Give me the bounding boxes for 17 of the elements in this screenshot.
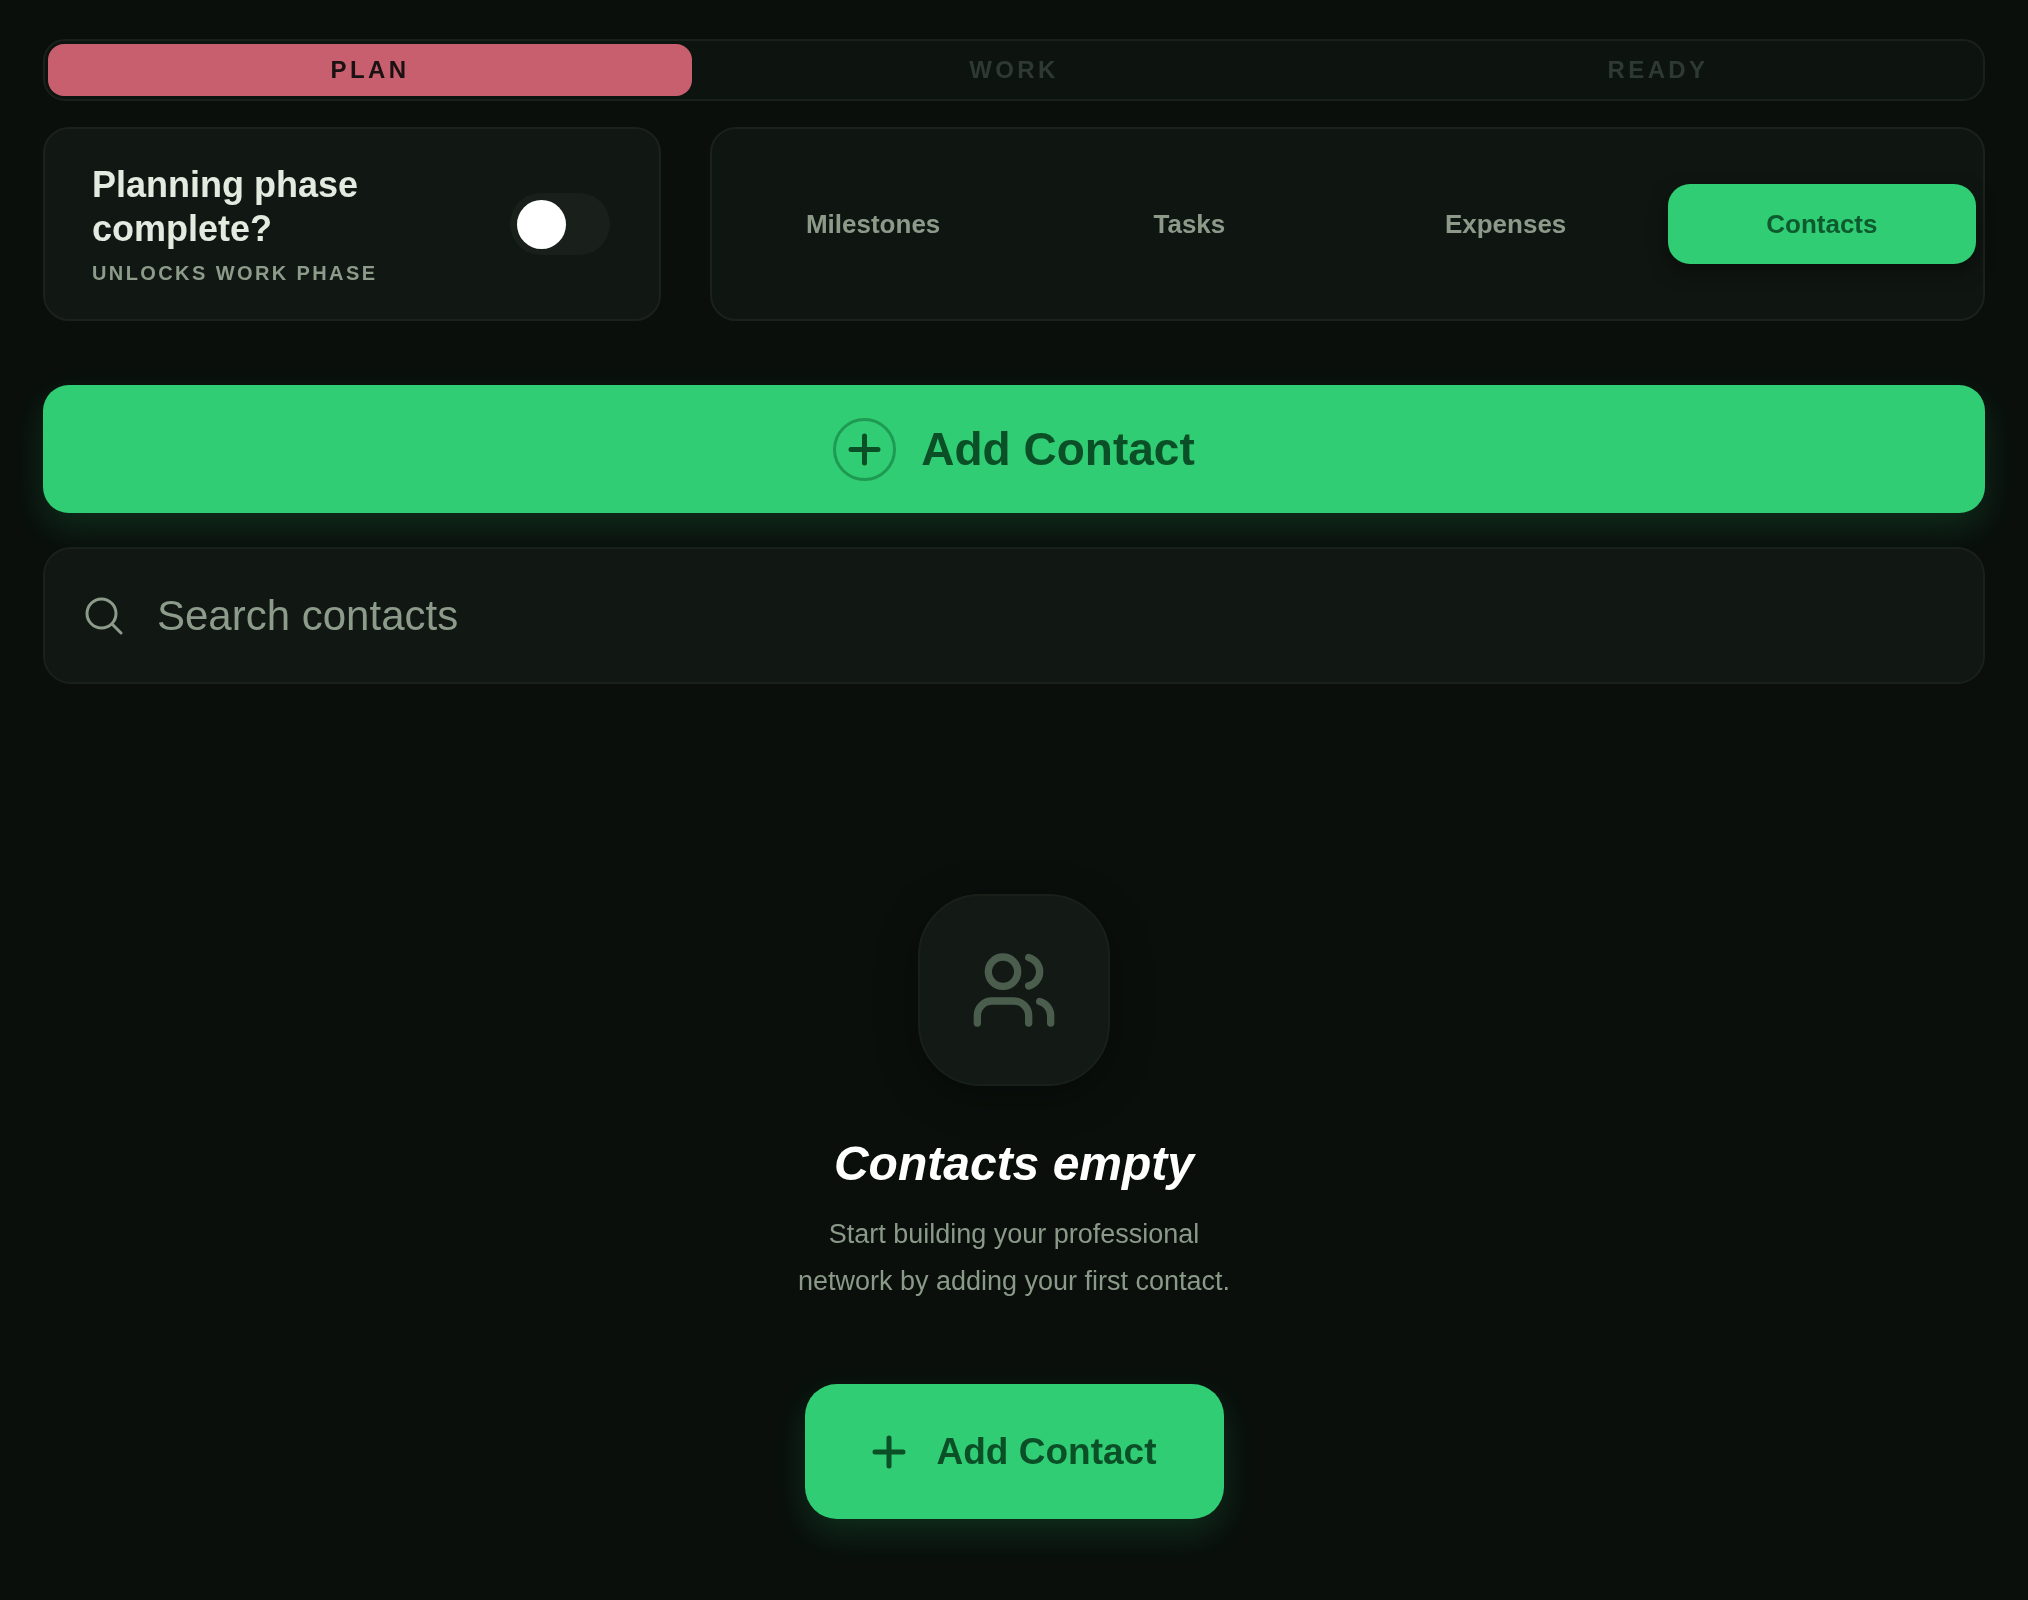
tab[interactable]: Expenses	[1351, 184, 1660, 264]
tab[interactable]: Tasks	[1035, 184, 1344, 264]
users-icon	[918, 894, 1110, 1086]
search-icon	[85, 596, 123, 635]
toggle-title: Planning phase complete?	[92, 162, 360, 251]
plus-circle-icon	[833, 417, 897, 481]
empty-state-message: Start building your professional network by adding your first contact.	[796, 1218, 1232, 1298]
phase-tab[interactable]: PLAN	[48, 44, 692, 96]
tab[interactable]: Milestones	[719, 184, 1028, 264]
tab[interactable]: Contacts	[1667, 184, 1976, 264]
toggle-subtitle: UNLOCKS WORK PHASE	[92, 260, 379, 286]
empty-state-title: Contacts empty	[833, 1136, 1195, 1192]
plus-icon	[871, 1434, 906, 1469]
search-input[interactable]: Search contacts	[157, 575, 1943, 656]
add-contact-button[interactable]: Add Contact	[804, 1384, 1224, 1519]
search-field[interactable]: Search contacts	[43, 547, 1985, 684]
add-contact-button[interactable]: Add Contact	[43, 385, 1985, 513]
